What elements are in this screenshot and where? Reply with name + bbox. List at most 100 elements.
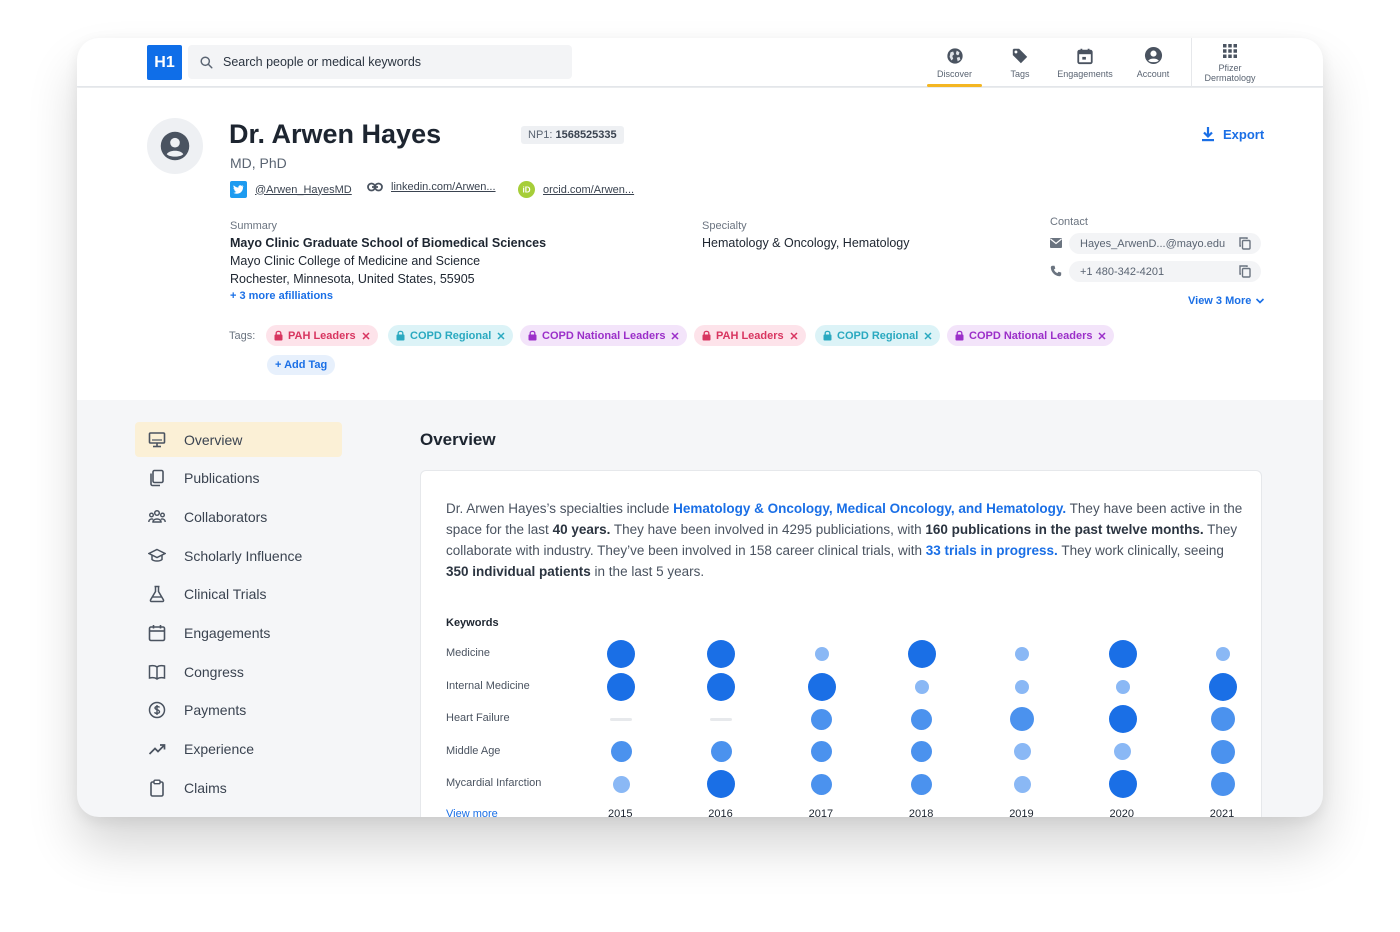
twitter-handle[interactable]: @Arwen_HayesMD [255,184,352,196]
view-more-contacts-label: View 3 More [1188,295,1252,307]
nav-account[interactable]: Account [1132,38,1174,87]
keyword-bubble[interactable] [811,773,833,795]
keyword-label: Mycardial Infarction [446,777,542,789]
copy-icon[interactable] [1239,237,1251,250]
tag-chip[interactable]: COPD Regional [388,325,514,346]
nav-tags[interactable]: Tags [1001,38,1039,87]
sidebar-item-publications[interactable]: Publications [135,461,342,496]
sidebar-item-experience[interactable]: Experience [135,732,342,767]
sidebar-item-collaborators[interactable]: Collaborators [135,499,342,534]
keyword-bubble[interactable] [1108,640,1137,668]
keyword-bubble[interactable] [612,775,630,793]
keyword-bubble[interactable] [911,708,933,730]
search-input[interactable] [223,55,553,69]
tag-label: COPD Regional [410,329,492,342]
twitter-link[interactable]: @Arwen_HayesMD [230,181,352,198]
add-tag-button[interactable]: + Add Tag [267,355,336,375]
tag-chip[interactable]: PAH Leaders [694,325,806,346]
bubble-empty[interactable] [710,717,733,721]
view-more-contacts-link[interactable]: View 3 More [1188,295,1265,307]
export-button[interactable]: Export [1201,126,1264,142]
tag-chip[interactable]: COPD National Leaders [947,325,1115,346]
phone-field[interactable]: +1 480-342-4201 [1069,261,1261,282]
close-icon[interactable] [790,331,798,340]
tag-label: COPD Regional [837,329,919,342]
nav-engagements[interactable]: Engagements [1053,38,1117,87]
keyword-bubble[interactable] [911,741,933,762]
tag-label: COPD National Leaders [542,329,666,342]
profile-header: Dr. Arwen Hayes MD, PhD NP1: 1568525335 … [77,88,1323,400]
keyword-bubble[interactable] [911,773,933,795]
email-field[interactable]: Hayes_ArwenD...@mayo.edu [1069,233,1261,254]
keyword-bubble[interactable] [1108,705,1137,733]
bubble-empty[interactable] [610,717,632,721]
keyword-bubble[interactable] [811,741,833,762]
keyword-bubble[interactable] [1114,743,1131,760]
keyword-bubble[interactable] [610,741,632,762]
keyword-bubble[interactable] [1210,739,1235,764]
keyword-bubble[interactable] [1013,743,1031,760]
more-affiliations-link[interactable]: + 3 more afilliations [230,290,333,302]
keyword-bubble[interactable] [707,770,736,798]
summary-publications: 160 publications in the past twelve mont… [925,522,1204,537]
keyword-bubble[interactable] [811,708,833,730]
linkedin-url[interactable]: linkedin.com/Arwen... [391,181,496,193]
keyword-bubble[interactable] [807,672,836,701]
keyword-bubble[interactable] [1210,707,1235,731]
contact-label: Contact [1050,216,1088,228]
sidebar-item-congress[interactable]: Congress [135,654,342,689]
keyword-bubble[interactable] [1108,770,1137,798]
summary-specialties-link[interactable]: Hematology & Oncology, Medical Oncology,… [673,501,1066,516]
sidebar-item-claims[interactable]: Claims [135,770,342,805]
summary-trials-link[interactable]: 33 trials in progress. [926,543,1058,558]
close-icon[interactable] [671,331,680,340]
sidebar-item-clinical-trials[interactable]: Clinical Trials [135,577,342,612]
keyword-bubble[interactable] [607,640,635,668]
keyword-bubble[interactable] [710,741,732,762]
keyword-bubble[interactable] [1015,647,1030,661]
twitter-icon [230,181,247,198]
tag-chip[interactable]: COPD National Leaders [520,325,688,346]
keyword-bubble[interactable] [607,672,635,701]
sidebar-item-scholarly-influence[interactable]: Scholarly Influence [135,538,342,573]
overview-card: Dr. Arwen Hayes’s specialties include He… [420,470,1262,817]
orcid-url[interactable]: orcid.com/Arwen... [543,184,634,196]
keyword-bubble[interactable] [914,679,929,694]
tag-chip[interactable]: COPD Regional [815,325,941,346]
keywords-view-more-link[interactable]: View more [446,808,498,817]
keyword-bubble[interactable] [1010,707,1035,731]
keyword-bubble[interactable] [814,647,829,661]
keyword-bubble[interactable] [1210,772,1235,796]
person-icon [160,131,190,161]
keyword-bubble[interactable] [707,672,736,701]
keyword-bubble[interactable] [1215,647,1230,661]
year-label: 2015 [608,808,633,817]
close-icon[interactable] [497,331,505,340]
year-label: 2019 [1009,808,1034,817]
sidebar-item-payments[interactable]: Payments [135,693,342,728]
nav-workspace[interactable]: Pfizer Dermatology [1197,38,1263,87]
keyword-bubble[interactable] [1013,775,1031,793]
close-icon[interactable] [1098,331,1107,340]
h1-logo[interactable]: H1 [147,45,182,80]
keyword-bubble[interactable] [907,640,936,668]
keyword-bubble[interactable] [1015,679,1030,694]
nav-label: Pfizer Dermatology [1204,63,1255,83]
sidebar-item-label: Payments [184,702,247,719]
search-bar[interactable] [188,45,572,79]
globe-icon [946,47,963,64]
close-icon[interactable] [924,331,932,340]
copy-icon[interactable] [1239,265,1251,278]
sidebar-item-engagements[interactable]: Engagements [135,616,342,651]
nav-discover[interactable]: Discover [927,38,982,87]
tag-label: PAH Leaders [716,329,784,342]
orcid-link[interactable]: iD orcid.com/Arwen... [518,181,634,198]
sidebar-item-overview[interactable]: Overview [135,422,342,457]
close-icon[interactable] [362,331,370,340]
keyword-label: Middle Age [446,744,501,757]
linkedin-link[interactable]: linkedin.com/Arwen... [367,181,496,193]
tag-chip[interactable]: PAH Leaders [266,325,378,346]
keyword-bubble[interactable] [707,640,736,668]
keyword-bubble[interactable] [1115,679,1130,694]
keyword-bubble[interactable] [1208,672,1237,701]
